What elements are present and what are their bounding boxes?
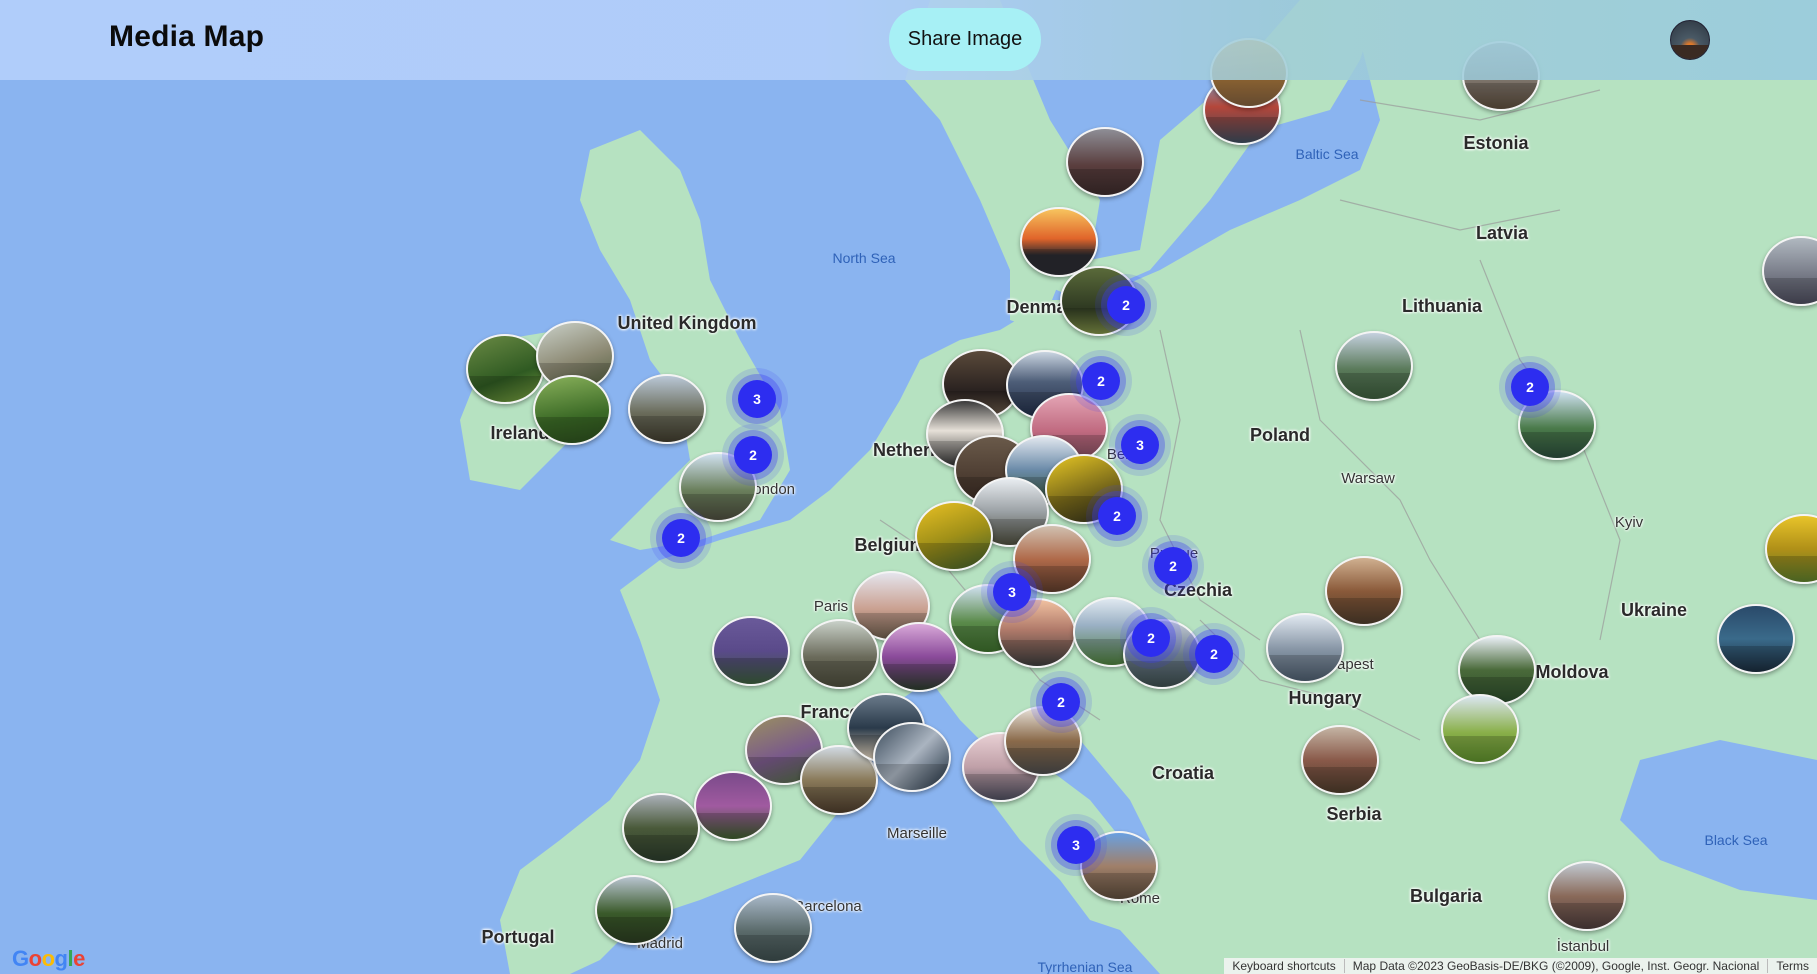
photo-marker[interactable] (880, 622, 958, 692)
avatar[interactable] (1670, 20, 1710, 60)
label-latvia: Latvia (1475, 223, 1529, 243)
cluster-marker[interactable]: 2 (1132, 619, 1170, 657)
photo-marker[interactable] (915, 501, 993, 571)
label-tyrrhenian-sea: Tyrrhenian Sea (1037, 959, 1133, 974)
share-image-button[interactable]: Share Image (889, 8, 1041, 71)
photo-marker[interactable] (1020, 207, 1098, 277)
cluster-marker[interactable]: 2 (1195, 635, 1233, 673)
photo-marker[interactable] (801, 619, 879, 689)
cluster-marker[interactable]: 2 (1154, 547, 1192, 585)
label-croatia: Croatia (1151, 763, 1215, 783)
cluster-marker[interactable]: 3 (738, 380, 776, 418)
map-data-text: Map Data ©2023 GeoBasis-DE/BKG (©2009), … (1343, 959, 1768, 973)
cluster-marker[interactable]: 2 (662, 519, 700, 557)
cluster-marker[interactable]: 2 (1107, 286, 1145, 324)
google-logo[interactable]: Google (12, 946, 85, 972)
label-united-kingdom: United Kingdom (617, 313, 757, 333)
cluster-marker[interactable]: 2 (1511, 368, 1549, 406)
label-north-sea: North Sea (832, 250, 896, 266)
label-moldova: Moldova (1535, 662, 1609, 682)
cluster-marker[interactable]: 3 (993, 573, 1031, 611)
photo-marker[interactable] (712, 616, 790, 686)
photo-marker[interactable] (873, 722, 951, 792)
label-ukraine: Ukraine (1620, 600, 1688, 620)
photo-marker[interactable] (466, 334, 544, 404)
terms-link[interactable]: Terms (1767, 959, 1817, 973)
label-city-kyiv: Kyiv (1614, 514, 1644, 531)
cluster-marker[interactable]: 2 (1042, 683, 1080, 721)
label-black-sea: Black Sea (1704, 832, 1768, 848)
label-serbia: Serbia (1326, 804, 1382, 824)
label-hungary: Hungary (1288, 688, 1362, 708)
photo-marker[interactable] (734, 893, 812, 963)
label-bulgaria: Bulgaria (1409, 886, 1483, 906)
map-canvas[interactable]: United Kingdom Ireland Denmark Netherlan… (0, 0, 1817, 974)
photo-marker[interactable] (694, 771, 772, 841)
photo-marker[interactable] (1266, 613, 1344, 683)
label-city-paris: Paris (813, 598, 849, 615)
label-estonia: Estonia (1463, 133, 1529, 153)
label-city-marseille: Marseille (886, 825, 948, 842)
cluster-marker[interactable]: 3 (1121, 426, 1159, 464)
photo-marker[interactable] (595, 875, 673, 945)
label-baltic-sea: Baltic Sea (1295, 146, 1359, 162)
cluster-marker[interactable]: 2 (734, 436, 772, 474)
photo-marker[interactable] (622, 793, 700, 863)
photo-marker[interactable] (1301, 725, 1379, 795)
label-portugal: Portugal (481, 927, 555, 947)
keyboard-shortcuts-link[interactable]: Keyboard shortcuts (1224, 959, 1343, 973)
photo-marker[interactable] (1066, 127, 1144, 197)
photo-marker[interactable] (533, 375, 611, 445)
cluster-marker[interactable]: 3 (1057, 826, 1095, 864)
label-city-istanbul: İstanbul (1556, 938, 1610, 955)
photo-marker[interactable] (1548, 861, 1626, 931)
label-city-warsaw: Warsaw (1341, 470, 1395, 487)
photo-marker[interactable] (1335, 331, 1413, 401)
label-lithuania: Lithuania (1402, 296, 1482, 316)
app-title: Media Map (109, 20, 265, 53)
photo-marker[interactable] (1717, 604, 1795, 674)
photo-marker[interactable] (628, 374, 706, 444)
photo-marker[interactable] (1325, 556, 1403, 626)
label-poland: Poland (1249, 425, 1311, 445)
map-attribution: Keyboard shortcuts Map Data ©2023 GeoBas… (1224, 958, 1817, 974)
cluster-marker[interactable]: 2 (1098, 497, 1136, 535)
cluster-marker[interactable]: 2 (1082, 362, 1120, 400)
top-bar: Media Map Share Image (0, 0, 1817, 80)
photo-marker[interactable] (1441, 694, 1519, 764)
